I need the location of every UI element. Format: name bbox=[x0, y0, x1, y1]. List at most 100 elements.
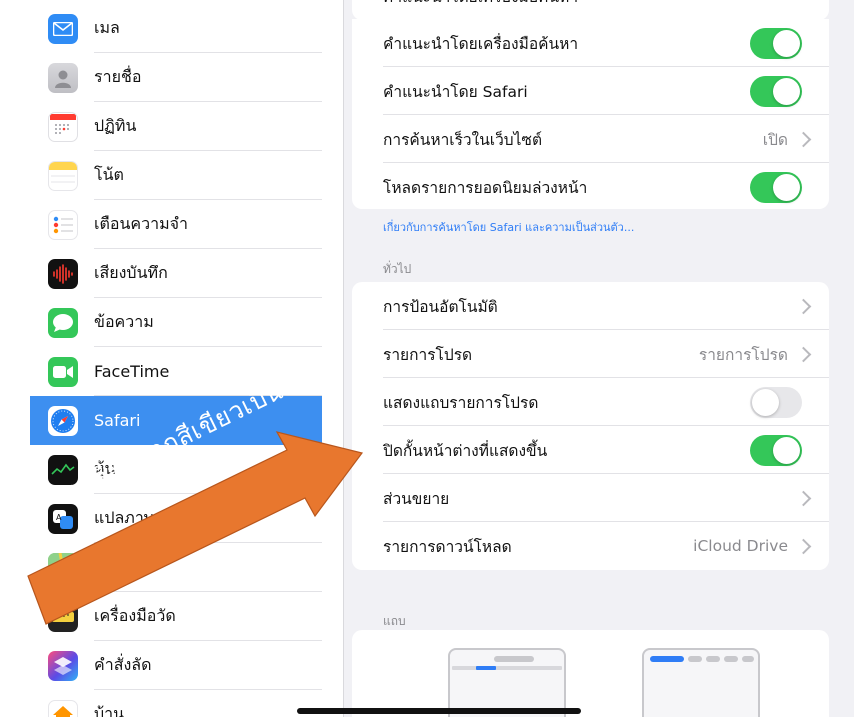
sidebar-item-label: FaceTime bbox=[94, 362, 170, 381]
sidebar-item-shortcuts[interactable]: คำสั่งลัด bbox=[30, 641, 322, 690]
svg-text:A: A bbox=[56, 513, 62, 522]
row-label: ปิดกั้นหน้าต่างที่แสดงขึ้น bbox=[383, 441, 548, 460]
sidebar-item-label: เครื่องมือวัด bbox=[94, 606, 176, 625]
sidebar-item-label: ข้อความ bbox=[94, 312, 154, 331]
sidebar-item-label: โน้ต bbox=[94, 165, 124, 184]
sidebar-item-contacts[interactable]: รายชื่อ bbox=[30, 53, 322, 102]
row-label: คำแนะนำโดยเครื่องมือค้นหา bbox=[383, 0, 829, 9]
home-icon bbox=[48, 699, 78, 717]
autofill-row[interactable]: การป้อนอัตโนมัติ bbox=[352, 282, 829, 330]
sidebar-item-voice-memos[interactable]: เสียงบันทึก bbox=[30, 249, 322, 298]
sidebar-item-notes[interactable]: โน้ต bbox=[30, 151, 322, 200]
voice-memos-icon bbox=[48, 258, 78, 289]
reminders-icon bbox=[48, 209, 78, 240]
row-label: การป้อนอัตโนมัติ bbox=[383, 297, 498, 316]
row-label: แสดงแถบรายการโปรด bbox=[383, 393, 539, 412]
show-favorites-bar-toggle[interactable] bbox=[750, 386, 802, 418]
row-value: เปิด bbox=[762, 130, 788, 149]
row-label: รายการโปรด bbox=[383, 345, 473, 364]
chevron-right-icon bbox=[795, 346, 812, 362]
translate-icon: A bbox=[48, 503, 78, 534]
extensions-row[interactable]: ส่วนขยาย bbox=[352, 474, 829, 522]
sidebar-item-messages[interactable]: ข้อความ bbox=[30, 298, 322, 347]
screen: เมล รายชื่อ ปฏิทิน โน้ต เตือนความจำ เสีย… bbox=[0, 0, 854, 717]
settings-sidebar: เมล รายชื่อ ปฏิทิน โน้ต เตือนความจำ เสีย… bbox=[20, 0, 322, 717]
tab-strip-shape bbox=[452, 666, 562, 670]
block-popups-row[interactable]: ปิดกั้นหน้าต่างที่แสดงขึ้น bbox=[352, 426, 829, 474]
safari-settings-pane: คำแนะนำโดยเครื่องมือค้นหา คำแนะนำโดยเครื… bbox=[344, 0, 854, 717]
row-value: รายการโปรด bbox=[698, 345, 788, 364]
address-bar-shape bbox=[494, 656, 534, 662]
messages-icon bbox=[48, 307, 78, 338]
search-settings-rows: คำแนะนำโดยเครื่องมือค้นหา คำแนะนำโดย Saf… bbox=[352, 19, 829, 209]
sidebar-item-calendar[interactable]: ปฏิทิน bbox=[30, 102, 322, 151]
sidebar-item-label: แปลภาษา bbox=[94, 508, 164, 527]
toggle-knob bbox=[752, 388, 779, 416]
chevron-right-icon bbox=[795, 131, 812, 147]
general-section-header: ทั่วไป bbox=[383, 262, 412, 276]
general-settings-group: การป้อนอัตโนมัติ รายการโปรด รายการโปรด แ… bbox=[352, 282, 829, 570]
compact-tab-bar-option[interactable] bbox=[642, 648, 760, 717]
sidebar-item-label: Safari bbox=[94, 411, 141, 430]
search-settings-group: คำแนะนำโดยเครื่องมือค้นหา bbox=[352, 0, 829, 20]
row-label: รายการดาวน์โหลด bbox=[383, 537, 512, 556]
row-label: คำแนะนำโดย Safari bbox=[383, 82, 528, 101]
facetime-icon bbox=[48, 356, 78, 387]
active-tab-shape bbox=[650, 656, 684, 662]
safari-suggestions-toggle[interactable] bbox=[750, 75, 802, 107]
preload-top-hit-toggle[interactable] bbox=[750, 171, 802, 203]
tab-shape bbox=[688, 656, 702, 662]
block-popups-toggle[interactable] bbox=[750, 434, 802, 466]
row-label: ส่วนขยาย bbox=[383, 489, 450, 508]
row-value: iCloud Drive bbox=[693, 537, 788, 555]
search-privacy-link[interactable]: เกี่ยวกับการค้นหาโดย Safari และความเป็นส… bbox=[383, 218, 634, 236]
safari-suggestions-row[interactable]: คำแนะนำโดย Safari bbox=[352, 67, 829, 115]
tab-shape bbox=[724, 656, 738, 662]
home-indicator[interactable] bbox=[297, 708, 581, 714]
toggle-knob bbox=[773, 436, 800, 464]
quick-website-search-row[interactable]: การค้นหาเร็วในเว็บไซต์ เปิด bbox=[352, 115, 829, 163]
toggle-knob bbox=[773, 77, 800, 105]
toggle-knob bbox=[773, 29, 800, 57]
sidebar-item-label: รายชื่อ bbox=[94, 67, 142, 86]
toggle-knob bbox=[773, 173, 800, 201]
search-engine-suggestions-row[interactable]: คำแนะนำโดยเครื่องมือค้นหา bbox=[352, 0, 829, 20]
active-tab-shape bbox=[476, 666, 496, 670]
show-favorites-bar-row[interactable]: แสดงแถบรายการโปรด bbox=[352, 378, 829, 426]
contacts-icon bbox=[48, 62, 78, 93]
notes-icon bbox=[48, 160, 78, 191]
favorites-row[interactable]: รายการโปรด รายการโปรด bbox=[352, 330, 829, 378]
downloads-row[interactable]: รายการดาวน์โหลด iCloud Drive bbox=[352, 522, 829, 570]
sidebar-item-maps[interactable] bbox=[30, 543, 322, 592]
measure-icon bbox=[48, 601, 78, 632]
sidebar-item-label: เสียงบันทึก bbox=[94, 263, 168, 282]
tabs-section-header: แถบ bbox=[383, 614, 406, 628]
sidebar-item-home[interactable]: บ้าน bbox=[30, 690, 322, 717]
sidebar-item-label: เมล bbox=[94, 18, 120, 37]
sidebar-item-label: เตือนความจำ bbox=[94, 214, 188, 233]
search-engine-suggestions-toggle[interactable] bbox=[750, 27, 802, 59]
sidebar-item-label: บ้าน bbox=[94, 704, 125, 717]
maps-icon bbox=[48, 552, 78, 583]
sidebar-item-label: คำสั่งลัด bbox=[94, 655, 152, 674]
separate-tab-bar-option[interactable] bbox=[448, 648, 566, 717]
sidebar-item-label: ปฏิทิน bbox=[94, 116, 137, 135]
tab-layout-card bbox=[352, 630, 829, 717]
chevron-right-icon bbox=[795, 298, 812, 314]
tab-shape bbox=[706, 656, 720, 662]
row-label: การค้นหาเร็วในเว็บไซต์ bbox=[383, 130, 543, 149]
sidebar-item-measure[interactable]: เครื่องมือวัด bbox=[30, 592, 322, 641]
sidebar-item-reminders[interactable]: เตือนความจำ bbox=[30, 200, 322, 249]
preload-top-hit-row[interactable]: โหลดรายการยอดนิยมล่วงหน้า bbox=[352, 163, 829, 209]
row-label: คำแนะนำโดยเครื่องมือค้นหา bbox=[383, 34, 579, 53]
shortcuts-icon bbox=[48, 650, 78, 681]
row-label: โหลดรายการยอดนิยมล่วงหน้า bbox=[383, 178, 588, 197]
sidebar-item-translate[interactable]: A แปลภาษา bbox=[30, 494, 322, 543]
calendar-icon bbox=[48, 111, 78, 142]
mail-icon bbox=[48, 13, 78, 44]
sidebar-item-mail[interactable]: เมล bbox=[30, 4, 322, 53]
search-engine-suggestions-row[interactable]: คำแนะนำโดยเครื่องมือค้นหา bbox=[352, 19, 829, 67]
chevron-right-icon bbox=[795, 490, 812, 506]
safari-icon bbox=[48, 405, 78, 436]
tab-shape bbox=[742, 656, 754, 662]
